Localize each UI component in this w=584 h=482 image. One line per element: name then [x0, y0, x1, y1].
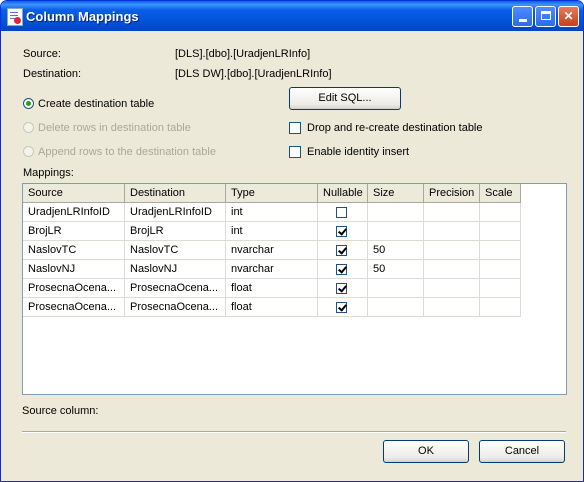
size-cell[interactable]: 50	[368, 260, 424, 279]
column-header-size[interactable]: Size	[368, 184, 424, 203]
destination-cell[interactable]: NaslovTC	[125, 241, 226, 260]
size-cell[interactable]	[368, 222, 424, 241]
app-icon	[7, 8, 23, 26]
nullable-checkbox[interactable]	[336, 226, 347, 237]
column-header-type[interactable]: Type	[226, 184, 318, 203]
nullable-cell	[318, 279, 368, 298]
column-header-destination[interactable]: Destination	[125, 184, 226, 203]
table-row[interactable]: ProsecnaOcena... ProsecnaOcena... float	[23, 298, 521, 317]
type-cell[interactable]: int	[226, 203, 318, 222]
destination-cell[interactable]: ProsecnaOcena...	[125, 298, 226, 317]
table-row[interactable]: NaslovTC NaslovTC nvarchar 50	[23, 241, 521, 260]
scale-cell[interactable]	[480, 260, 521, 279]
close-button[interactable]: ✕	[558, 6, 579, 27]
column-mappings-dialog: Column Mappings ✕ Source: [DLS].[dbo].[U…	[0, 0, 584, 482]
scale-cell[interactable]	[480, 298, 521, 317]
create-destination-radio[interactable]	[23, 98, 34, 109]
mappings-grid[interactable]: Source Destination Type Nullable Size Pr…	[22, 183, 567, 395]
precision-cell[interactable]	[424, 222, 480, 241]
nullable-cell	[318, 203, 368, 222]
append-rows-radio	[23, 146, 34, 157]
minimize-button[interactable]	[512, 6, 533, 27]
maximize-button[interactable]	[535, 6, 556, 27]
size-cell[interactable]	[368, 279, 424, 298]
source-cell[interactable]: NaslovNJ	[23, 260, 125, 279]
identity-insert-label[interactable]: Enable identity insert	[307, 146, 409, 158]
nullable-checkbox[interactable]	[336, 302, 347, 313]
column-header-precision[interactable]: Precision	[424, 184, 480, 203]
source-cell[interactable]: ProsecnaOcena...	[23, 298, 125, 317]
column-header-nullable[interactable]: Nullable	[318, 184, 368, 203]
destination-label: Destination:	[23, 68, 82, 80]
minimize-icon	[518, 19, 527, 22]
size-cell[interactable]	[368, 298, 424, 317]
nullable-cell	[318, 298, 368, 317]
window-title: Column Mappings	[26, 9, 139, 24]
destination-cell[interactable]: NaslovNJ	[125, 260, 226, 279]
nullable-cell	[318, 222, 368, 241]
precision-cell[interactable]	[424, 279, 480, 298]
precision-cell[interactable]	[424, 203, 480, 222]
table-row[interactable]: UradjenLRInfoID UradjenLRInfoID int	[23, 203, 521, 222]
destination-cell[interactable]: UradjenLRInfoID	[125, 203, 226, 222]
scale-cell[interactable]	[480, 203, 521, 222]
source-cell[interactable]: BrojLR	[23, 222, 125, 241]
cancel-button[interactable]: Cancel	[479, 440, 565, 463]
nullable-cell	[318, 260, 368, 279]
scale-cell[interactable]	[480, 241, 521, 260]
source-cell[interactable]: NaslovTC	[23, 241, 125, 260]
edit-sql-button[interactable]: Edit SQL...	[289, 87, 401, 110]
column-header-scale[interactable]: Scale	[480, 184, 521, 203]
table-row[interactable]: ProsecnaOcena... ProsecnaOcena... float	[23, 279, 521, 298]
type-cell[interactable]: nvarchar	[226, 260, 318, 279]
append-rows-label: Append rows to the destination table	[38, 146, 216, 158]
destination-cell[interactable]: BrojLR	[125, 222, 226, 241]
type-cell[interactable]: int	[226, 222, 318, 241]
mappings-label: Mappings:	[23, 167, 74, 179]
drop-recreate-checkbox[interactable]	[289, 122, 301, 134]
table-row[interactable]: BrojLR BrojLR int	[23, 222, 521, 241]
size-cell[interactable]: 50	[368, 241, 424, 260]
source-label: Source:	[23, 48, 61, 60]
nullable-checkbox[interactable]	[336, 283, 347, 294]
delete-rows-radio	[23, 122, 34, 133]
source-column-label: Source column:	[22, 405, 99, 417]
delete-rows-label: Delete rows in destination table	[38, 122, 191, 134]
identity-insert-checkbox[interactable]	[289, 146, 301, 158]
type-cell[interactable]: nvarchar	[226, 241, 318, 260]
scale-cell[interactable]	[480, 279, 521, 298]
nullable-checkbox[interactable]	[336, 245, 347, 256]
nullable-cell	[318, 241, 368, 260]
type-cell[interactable]: float	[226, 279, 318, 298]
source-cell[interactable]: ProsecnaOcena...	[23, 279, 125, 298]
precision-cell[interactable]	[424, 298, 480, 317]
close-icon: ✕	[563, 9, 574, 23]
table-row[interactable]: NaslovNJ NaslovNJ nvarchar 50	[23, 260, 521, 279]
footer-divider	[22, 431, 566, 433]
source-value: [DLS].[dbo].[UradjenLRInfo]	[175, 48, 311, 60]
title-bar[interactable]: Column Mappings ✕	[1, 1, 583, 31]
type-cell[interactable]: float	[226, 298, 318, 317]
nullable-checkbox[interactable]	[336, 207, 347, 218]
precision-cell[interactable]	[424, 260, 480, 279]
nullable-checkbox[interactable]	[336, 264, 347, 275]
create-destination-label[interactable]: Create destination table	[38, 98, 154, 110]
precision-cell[interactable]	[424, 241, 480, 260]
maximize-icon	[540, 11, 551, 20]
source-cell[interactable]: UradjenLRInfoID	[23, 203, 125, 222]
destination-value: [DLS DW].[dbo].[UradjenLRInfo]	[175, 68, 332, 80]
ok-button[interactable]: OK	[383, 440, 469, 463]
scale-cell[interactable]	[480, 222, 521, 241]
drop-recreate-label[interactable]: Drop and re-create destination table	[307, 122, 483, 134]
destination-cell[interactable]: ProsecnaOcena...	[125, 279, 226, 298]
size-cell[interactable]	[368, 203, 424, 222]
column-header-source[interactable]: Source	[23, 184, 125, 203]
